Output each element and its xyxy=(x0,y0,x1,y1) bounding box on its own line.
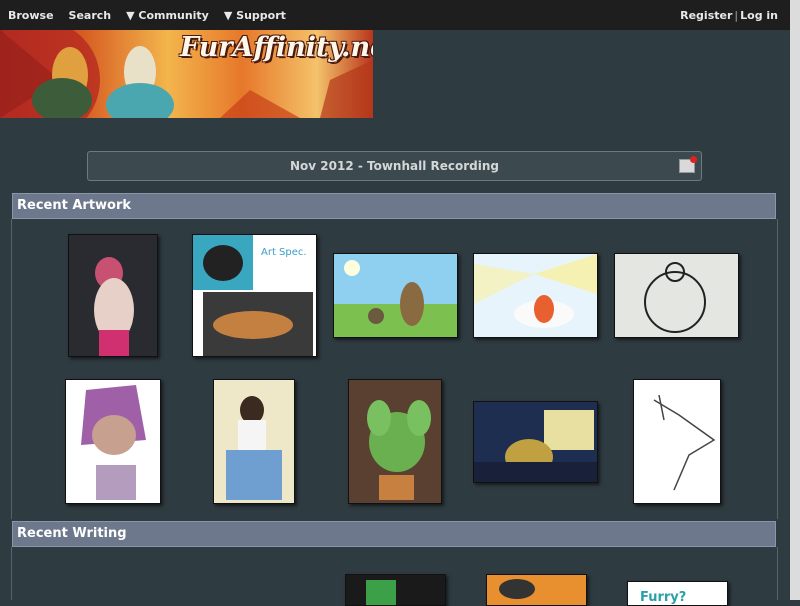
artwork-thumbnail[interactable] xyxy=(614,253,739,338)
svg-text:Furry?: Furry? xyxy=(640,590,686,605)
artwork-thumbnail[interactable] xyxy=(348,379,442,504)
announcement-title[interactable]: Nov 2012 - Townhall Recording xyxy=(88,159,701,173)
site-logo: FurAffinity.net xyxy=(180,32,373,63)
nav-search[interactable]: Search xyxy=(69,9,112,22)
writing-thumbnail[interactable] xyxy=(486,574,587,606)
site-banner[interactable]: FurAffinity.net xyxy=(0,30,373,118)
writing-thumbnail[interactable] xyxy=(345,574,446,606)
nav-browse[interactable]: Browse xyxy=(8,9,54,22)
account-links: Register | Log in xyxy=(680,9,778,22)
recent-writing-title: Recent Writing xyxy=(17,526,127,541)
nav-support-dropdown[interactable]: ▼ Support xyxy=(224,9,286,22)
recent-writing-grid: Furry? xyxy=(11,547,778,606)
top-nav-bar: Browse Search ▼ Community ▼ Support Regi… xyxy=(0,0,790,30)
artwork-thumbnail[interactable] xyxy=(633,379,721,504)
page-scrollbar[interactable] xyxy=(790,0,800,600)
announcement-bar: Nov 2012 - Townhall Recording xyxy=(87,151,702,181)
nav-separator: | xyxy=(734,9,739,22)
recent-artwork-grid: Art Spec. xyxy=(11,219,778,519)
nav-community-dropdown[interactable]: ▼ Community xyxy=(126,9,209,22)
register-link[interactable]: Register xyxy=(680,9,732,22)
writing-thumbnail[interactable]: Furry? xyxy=(627,581,728,606)
recent-artwork-header: Recent Artwork xyxy=(12,193,776,219)
artwork-thumbnail[interactable] xyxy=(473,401,598,483)
artwork-thumbnail[interactable] xyxy=(213,379,295,504)
dismiss-notice-icon[interactable] xyxy=(679,156,697,173)
artwork-thumbnail[interactable] xyxy=(65,379,161,504)
artwork-thumbnail[interactable]: Art Spec. xyxy=(192,234,317,357)
recent-writing-header: Recent Writing xyxy=(12,521,776,547)
main-nav: Browse Search ▼ Community ▼ Support xyxy=(8,9,286,22)
login-link[interactable]: Log in xyxy=(740,9,778,22)
artwork-thumbnail[interactable] xyxy=(333,253,458,338)
artwork-thumbnail[interactable] xyxy=(68,234,158,357)
svg-text:Art Spec.: Art Spec. xyxy=(261,247,307,258)
artwork-thumbnail[interactable] xyxy=(473,253,598,338)
recent-artwork-title: Recent Artwork xyxy=(17,198,132,213)
